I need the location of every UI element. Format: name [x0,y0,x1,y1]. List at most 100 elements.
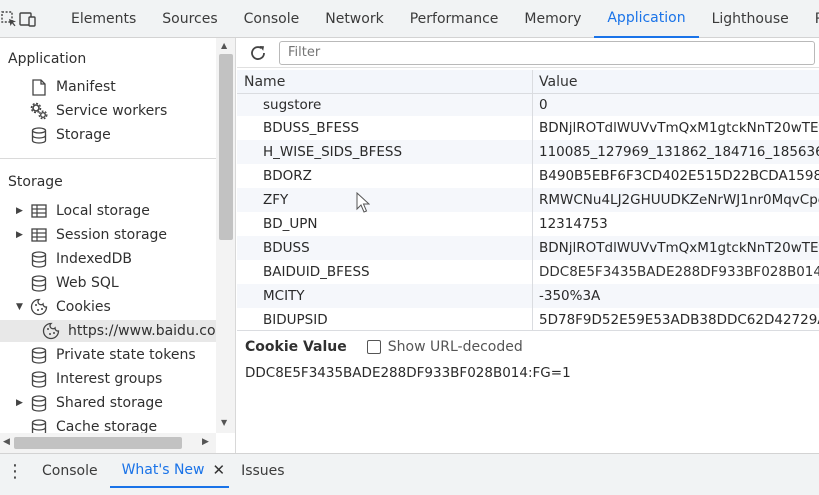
show-url-decoded-checkbox[interactable] [366,340,381,354]
sidebar-item-web-sql[interactable]: Web SQL [30,272,119,294]
cookie-value: 5D78F9D52E59E53ADB38DDC62D42729A [539,312,819,328]
sidebar-item-indexeddb[interactable]: IndexedDB [30,248,132,270]
cookie-name: BIDUPSID [237,308,533,330]
drawer-tab-whats-new[interactable]: What's New ✕ [109,454,230,488]
cookie-name: H_WISE_SIDS_BFESS [237,140,533,164]
mouse-pointer-icon [356,191,371,218]
scroll-left-icon[interactable]: ◀ [3,437,10,447]
collapse-arrow-icon[interactable]: ▼ [16,302,26,312]
scroll-up-icon[interactable]: ▲ [221,41,227,50]
sidebar-horizontal-scrollbar[interactable]: ◀ ▶ [0,433,216,453]
cookie-value: 12314753 [539,216,608,232]
application-section-title: Application [8,51,87,67]
column-header-name[interactable]: Name [237,70,533,94]
sidebar-item-label: https://www.baidu.com [68,323,230,339]
table-row[interactable]: H_WISE_SIDS_BFESS 110085_127969_131862_18… [237,140,819,164]
database-icon [30,370,48,388]
sidebar-item-label: Service workers [56,103,168,119]
sidebar-item-session-storage[interactable]: ▶ Session storage [16,224,167,246]
show-url-decoded-label[interactable]: Show URL-decoded [388,339,523,355]
cookie-value: RMWCNu4LJ2GHUUDKZeNrWJ1nr0MqvCpe [539,192,819,208]
database-icon [30,346,48,364]
application-sidebar: Application Manifest Service workers Sto… [0,38,236,453]
cookie-name: BDORZ [237,164,533,188]
tab-memory[interactable]: Memory [511,0,594,38]
tab-performance[interactable]: Performance [397,0,512,38]
cookie-value: BDNjlROTdlWUVvTmQxM1gtckNnT20wTEtU [539,240,819,256]
sidebar-item-shared-storage[interactable]: ▶ Shared storage [16,392,163,414]
expand-arrow-icon[interactable]: ▶ [16,206,26,216]
device-toggle-icon[interactable] [18,0,38,38]
sidebar-item-cookie-origin[interactable]: https://www.baidu.com [0,320,229,342]
scrollbar-thumb[interactable] [14,437,182,449]
drawer-tab-bar: ⋮ Console What's New ✕ Issues [0,453,819,495]
sidebar-item-label: Manifest [56,79,116,95]
inspect-element-icon[interactable] [0,0,18,38]
scroll-down-icon[interactable]: ▼ [221,418,227,427]
table-icon [30,202,48,220]
drawer-tab-console[interactable]: Console [30,454,110,488]
sidebar-item-storage-overview[interactable]: Storage [30,124,111,146]
cookie-value: -350%3A [539,288,601,304]
sidebar-item-interest-groups[interactable]: Interest groups [30,368,162,390]
sidebar-item-label: Private state tokens [56,347,196,363]
table-row[interactable]: BDORZ B490B5EBF6F3CD402E515D22BCDA1598 [237,164,819,188]
database-icon [30,394,48,412]
table-row[interactable]: sugstore 0 [237,94,819,116]
cookie-value: B490B5EBF6F3CD402E515D22BCDA1598 [539,168,819,184]
cookie-value: 110085_127969_131862_184716_185636_18 [539,144,819,160]
table-row[interactable]: BIDUPSID 5D78F9D52E59E53ADB38DDC62D42729A [237,308,819,330]
cookie-name: BD_UPN [237,212,533,236]
filter-input[interactable] [279,40,815,65]
sidebar-divider [0,158,216,159]
cookie-icon [30,298,48,316]
tab-elements[interactable]: Elements [58,0,149,38]
table-row[interactable]: MCITY -350%3A [237,284,819,308]
tab-console[interactable]: Console [231,0,313,38]
cookie-value: 0 [539,97,548,113]
gears-icon [30,102,48,120]
column-header-value[interactable]: Value [533,74,577,90]
refresh-icon[interactable] [247,42,269,64]
scrollbar-thumb[interactable] [219,54,233,240]
storage-section-title: Storage [8,174,63,190]
cookies-toolbar [237,38,819,68]
tab-network[interactable]: Network [312,0,396,38]
sidebar-item-label: Interest groups [56,371,163,387]
tab-application[interactable]: Application [594,0,699,38]
sidebar-item-service-workers[interactable]: Service workers [30,100,167,122]
sidebar-item-manifest[interactable]: Manifest [30,76,116,98]
more-options-icon[interactable]: ⋮ [0,461,30,482]
table-row-selected[interactable]: BAIDUID_BFESS DDC8E5F3435BADE288DF933BF02… [237,260,819,284]
cookies-panel: Name Value sugstore 0 BDUSS_BFESS BDNjlROT… [237,38,819,453]
table-row[interactable]: BDUSS BDNjlROTdlWUVvTmQxM1gtckNnT20wTEtU [237,236,819,260]
expand-arrow-icon[interactable]: ▶ [16,398,26,408]
table-row[interactable]: BD_UPN 12314753 [237,212,819,236]
tab-lighthouse[interactable]: Lighthouse [699,0,802,38]
cookie-name: BDUSS_BFESS [237,116,533,140]
sidebar-item-label: Shared storage [56,395,163,411]
cookie-value-text: DDC8E5F3435BADE288DF933BF028B014:FG=1 [245,365,571,381]
sidebar-item-private-state-tokens[interactable]: Private state tokens [30,344,196,366]
sidebar-vertical-scrollbar[interactable]: ▲ ▼ [216,38,235,433]
tab-sources[interactable]: Sources [149,0,230,38]
cookie-name: BAIDUID_BFESS [237,260,533,284]
sidebar-item-local-storage[interactable]: ▶ Local storage [16,200,150,222]
close-icon[interactable]: ✕ [213,461,226,479]
scroll-right-icon[interactable]: ▶ [202,437,209,447]
expand-arrow-icon[interactable]: ▶ [16,230,26,240]
cookie-icon [42,322,60,340]
cookie-value-panel: Cookie Value Show URL-decoded DDC8E5F343… [237,330,819,453]
sidebar-item-label: Session storage [56,227,168,243]
table-row[interactable]: BDUSS_BFESS BDNjlROTdlWUVvTmQxM1gtckNnT20… [237,116,819,140]
cookies-table: Name Value sugstore 0 BDUSS_BFESS BDNjlROT… [237,70,819,330]
database-icon [30,274,48,292]
document-icon [30,78,48,96]
cookie-value-header: Cookie Value Show URL-decoded [245,339,523,355]
cookie-name: ZFY [237,188,533,212]
sidebar-item-cookies[interactable]: ▼ Cookies [16,296,111,318]
drawer-tab-issues[interactable]: Issues [229,454,297,488]
tab-recorder[interactable]: R [802,0,819,38]
table-header: Name Value [237,70,819,94]
table-row[interactable]: ZFY RMWCNu4LJ2GHUUDKZeNrWJ1nr0MqvCpe [237,188,819,212]
